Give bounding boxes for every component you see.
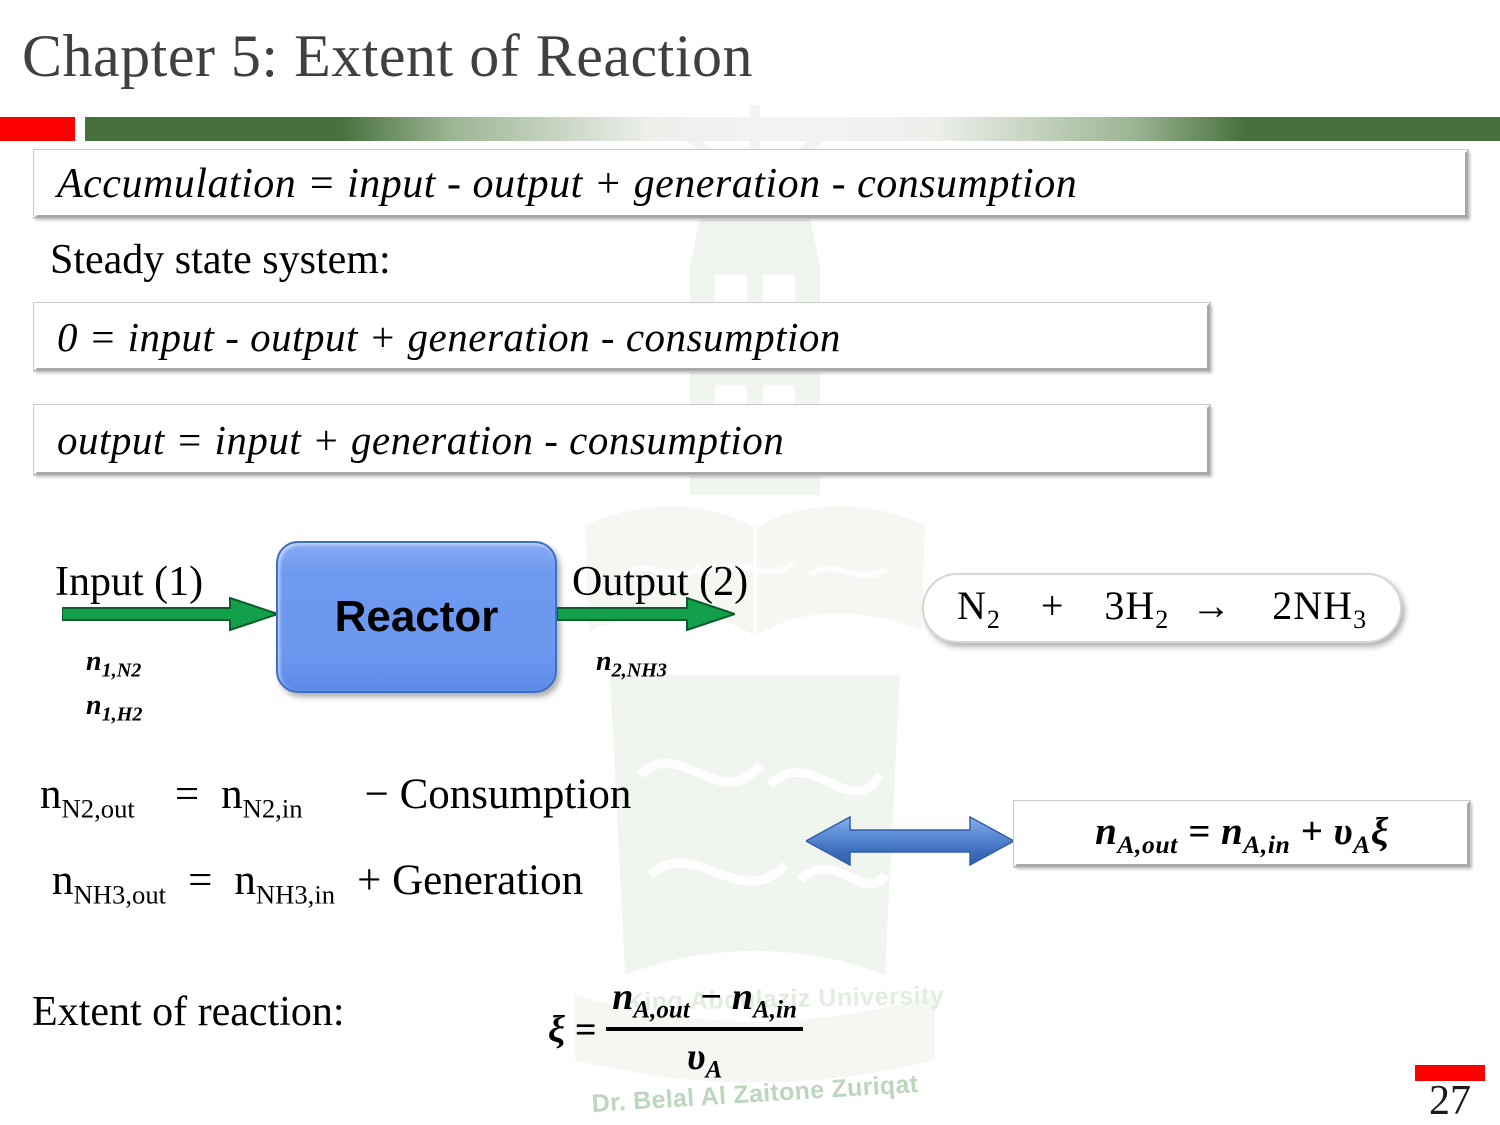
general-equals: =	[1177, 809, 1222, 853]
balance-n2-equals: =	[174, 771, 200, 818]
balance-n2-rhs: n	[221, 771, 243, 818]
balance-equation-nh3: nNH3,out = nNH3,in + Generation	[52, 856, 583, 911]
reaction-reactant-1: N	[956, 582, 987, 628]
reactor-block: Reactor	[276, 541, 557, 693]
equation-box-zero-balance: 0 = input - output + generation - consum…	[33, 302, 1211, 372]
input-arrow-icon	[62, 597, 278, 631]
input-stream-variable-h2-symbol: n	[86, 690, 102, 721]
input-stream-variable-n2-subscript: 1,N2	[101, 659, 142, 682]
general-rhs: n	[1221, 809, 1244, 853]
double-headed-arrow-icon	[806, 812, 1014, 870]
extent-numerator-first: n	[612, 976, 634, 1018]
balance-nh3-rhs-subscript: NH3,in	[255, 879, 336, 910]
extent-fraction-denominator: υA	[681, 1031, 728, 1085]
reaction-product-subscript: 3	[1353, 604, 1368, 634]
extent-xi-equals: ξ =	[548, 1008, 597, 1051]
equation-box-general-mole-balance: nA,out = nA,in + υAξ	[1013, 800, 1471, 868]
input-stream-variable-n2-symbol: n	[86, 646, 102, 677]
general-lhs-subscript: A,out	[1117, 829, 1178, 859]
input-stream-variable-h2-subscript: 1,H2	[101, 703, 143, 726]
extent-numerator-minus: −	[689, 976, 732, 1018]
balance-n2-rhs-subscript: N2,in	[242, 793, 303, 824]
balance-n2-term: − Consumption	[364, 771, 632, 818]
reaction-product: 2NH	[1272, 582, 1354, 628]
balance-n2-lhs: n	[40, 771, 62, 818]
extent-of-reaction-label: Extent of reaction:	[32, 989, 345, 1035]
extent-denominator-symbol: υ	[686, 1035, 706, 1078]
general-rhs-subscript: A,in	[1243, 829, 1291, 859]
output-stream-variable-nh3-subscript: 2,NH3	[611, 659, 668, 682]
balance-nh3-term: + Generation	[357, 857, 584, 904]
title-rule-green-bar	[85, 117, 1500, 141]
balance-nh3-equals: =	[188, 857, 213, 904]
output-arrow-icon	[557, 597, 735, 631]
general-lhs: n	[1095, 809, 1118, 853]
output-stream-variable-nh3: n2,NH3	[596, 646, 667, 683]
extent-of-reaction-formula: ξ = nA,out − nA,in υA	[548, 975, 803, 1084]
general-nu-symbol: υ	[1333, 809, 1354, 853]
balance-equation-n2: nN2,out = nN2,in − Consumption	[40, 770, 631, 825]
reaction-reactant-2: 3H	[1104, 582, 1156, 628]
general-xi-symbol: ξ	[1370, 809, 1389, 853]
equation-box-accumulation: Accumulation = input - output + generati…	[33, 149, 1469, 219]
general-nu-subscript: A	[1353, 829, 1371, 859]
equation-accumulation-text: Accumulation = input - output + generati…	[57, 161, 1078, 207]
title-rule-red-accent	[0, 117, 75, 141]
input-stream-variable-n2: n1,N2	[86, 646, 141, 683]
equation-zero-balance-text: 0 = input - output + generation - consum…	[57, 314, 841, 360]
extent-numerator-first-subscript: A,out	[633, 996, 690, 1024]
page-number: 27	[1429, 1078, 1471, 1124]
slide-canvas: King Abdulaziz University Dr. Belal Al Z…	[0, 0, 1500, 1125]
general-plus: +	[1290, 809, 1334, 853]
balance-n2-lhs-subscript: N2,out	[61, 793, 135, 824]
equation-general-mole-balance-text: nA,out = nA,in + υAξ	[1095, 809, 1389, 860]
page-title: Chapter 5: Extent of Reaction	[22, 23, 753, 89]
reaction-plus-sign: +	[1040, 582, 1065, 628]
reaction-reactant-2-subscript: 2	[1155, 604, 1170, 634]
extent-numerator-second-subscript: A,in	[753, 996, 797, 1024]
reaction-equation-box: N2 +3H2 → 2NH3	[922, 573, 1402, 643]
input-stream-variable-h2: n1,H2	[86, 690, 142, 727]
reaction-arrow-glyph: →	[1191, 582, 1233, 628]
steady-state-label: Steady state system:	[50, 237, 391, 283]
equation-box-output-balance: output = input + generation - consumptio…	[33, 404, 1211, 476]
balance-nh3-lhs-subscript: NH3,out	[73, 879, 167, 910]
equation-output-balance-text: output = input + generation - consumptio…	[57, 417, 785, 463]
balance-nh3-lhs: n	[52, 857, 74, 904]
reactor-block-label: Reactor	[334, 592, 499, 641]
output-stream-variable-nh3-symbol: n	[596, 646, 612, 677]
balance-nh3-rhs: n	[234, 857, 256, 904]
reaction-reactant-1-subscript: 2	[986, 604, 1001, 634]
extent-denominator-subscript: A	[705, 1056, 723, 1084]
extent-fraction: nA,out − nA,in υA	[606, 975, 803, 1084]
reaction-equation-text: N2 +3H2 → 2NH3	[957, 582, 1367, 635]
extent-fraction-numerator: nA,out − nA,in	[606, 975, 803, 1027]
extent-numerator-second: n	[731, 976, 753, 1018]
